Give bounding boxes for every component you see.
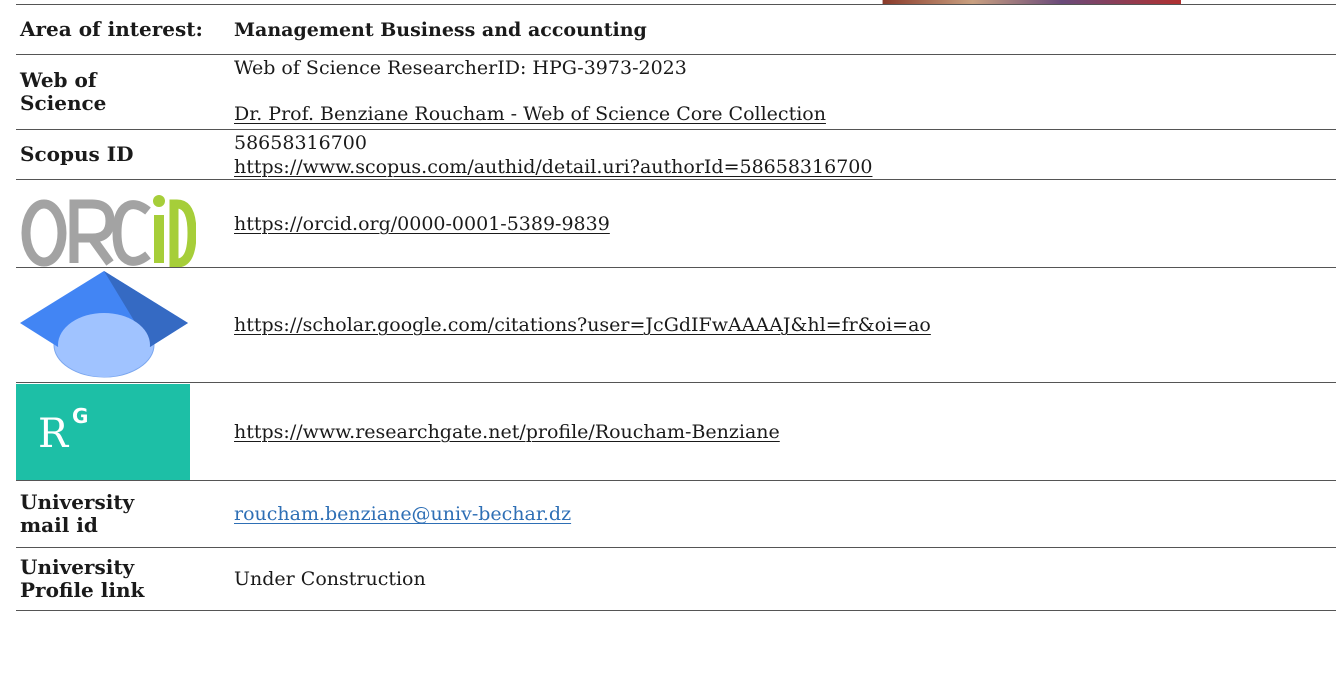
university-profile-label: University Profile link bbox=[16, 547, 234, 611]
area-of-interest-label-text: Area of interest: bbox=[20, 17, 203, 41]
university-mail-label-text: University mail id bbox=[20, 490, 135, 537]
row-web-of-science: Web of Science Web of Science Researcher… bbox=[16, 54, 1336, 130]
university-profile-value-cell: Under Construction bbox=[234, 547, 1336, 611]
university-mail-link[interactable]: roucham.benziane@univ-bechar.dz bbox=[234, 503, 571, 525]
orcid-logo-cell bbox=[16, 179, 234, 268]
area-of-interest-value: Management Business and accounting bbox=[234, 18, 647, 41]
scholar-logo-cell bbox=[16, 267, 234, 383]
researchgate-link[interactable]: https://www.researchgate.net/profile/Rou… bbox=[234, 421, 780, 443]
orcid-link[interactable]: https://orcid.org/0000-0001-5389-9839 bbox=[234, 213, 610, 235]
scholar-value-cell: https://scholar.google.com/citations?use… bbox=[234, 267, 1336, 383]
university-mail-value-cell: roucham.benziane@univ-bechar.dz bbox=[234, 480, 1336, 548]
row-area-of-interest: Area of interest: Management Business an… bbox=[16, 4, 1336, 55]
scopus-label-text: Scopus ID bbox=[20, 142, 134, 166]
web-of-science-label-text: Web of Science bbox=[20, 68, 107, 115]
google-scholar-link[interactable]: https://scholar.google.com/citations?use… bbox=[234, 314, 931, 336]
researchgate-value-cell: https://www.researchgate.net/profile/Rou… bbox=[234, 382, 1336, 481]
researcher-id-text: Web of Science ResearcherID: HPG-3973-20… bbox=[234, 57, 687, 79]
row-scopus: Scopus ID 58658316700 https://www.scopus… bbox=[16, 129, 1336, 180]
researchgate-logo-cell: R G bbox=[16, 382, 234, 481]
row-university-mail: University mail id roucham.benziane@univ… bbox=[16, 480, 1336, 548]
area-of-interest-label: Area of interest: bbox=[16, 4, 234, 55]
scopus-value-cell: 58658316700 https://www.scopus.com/authi… bbox=[234, 129, 1336, 180]
web-of-science-link[interactable]: Dr. Prof. Benziane Roucham - Web of Scie… bbox=[234, 102, 826, 126]
university-profile-value: Under Construction bbox=[234, 568, 426, 590]
web-of-science-label: Web of Science bbox=[16, 54, 234, 130]
orcid-logo-icon bbox=[21, 194, 196, 267]
scopus-id: 58658316700 bbox=[234, 131, 367, 154]
researchgate-logo-icon: R G bbox=[16, 383, 190, 480]
university-profile-label-text: University Profile link bbox=[20, 555, 145, 602]
row-researchgate: R G https://www.researchgate.net/profile… bbox=[16, 382, 1336, 481]
graduation-cap-icon bbox=[20, 271, 188, 378]
scopus-link[interactable]: https://www.scopus.com/authid/detail.uri… bbox=[234, 156, 872, 178]
profile-table: Area of interest: Management Business an… bbox=[16, 4, 1336, 611]
area-of-interest-value-cell: Management Business and accounting bbox=[234, 4, 1336, 55]
scopus-label: Scopus ID bbox=[16, 129, 234, 180]
row-google-scholar: https://scholar.google.com/citations?use… bbox=[16, 267, 1336, 383]
row-orcid: https://orcid.org/0000-0001-5389-9839 bbox=[16, 179, 1336, 268]
researchgate-logo-r: R bbox=[38, 410, 69, 457]
orcid-value-cell: https://orcid.org/0000-0001-5389-9839 bbox=[234, 179, 1336, 268]
web-of-science-value-cell: Web of Science ResearcherID: HPG-3973-20… bbox=[234, 54, 1336, 130]
researchgate-logo-g: G bbox=[72, 403, 89, 428]
university-mail-label: University mail id bbox=[16, 480, 234, 548]
row-university-profile: University Profile link Under Constructi… bbox=[16, 547, 1336, 611]
